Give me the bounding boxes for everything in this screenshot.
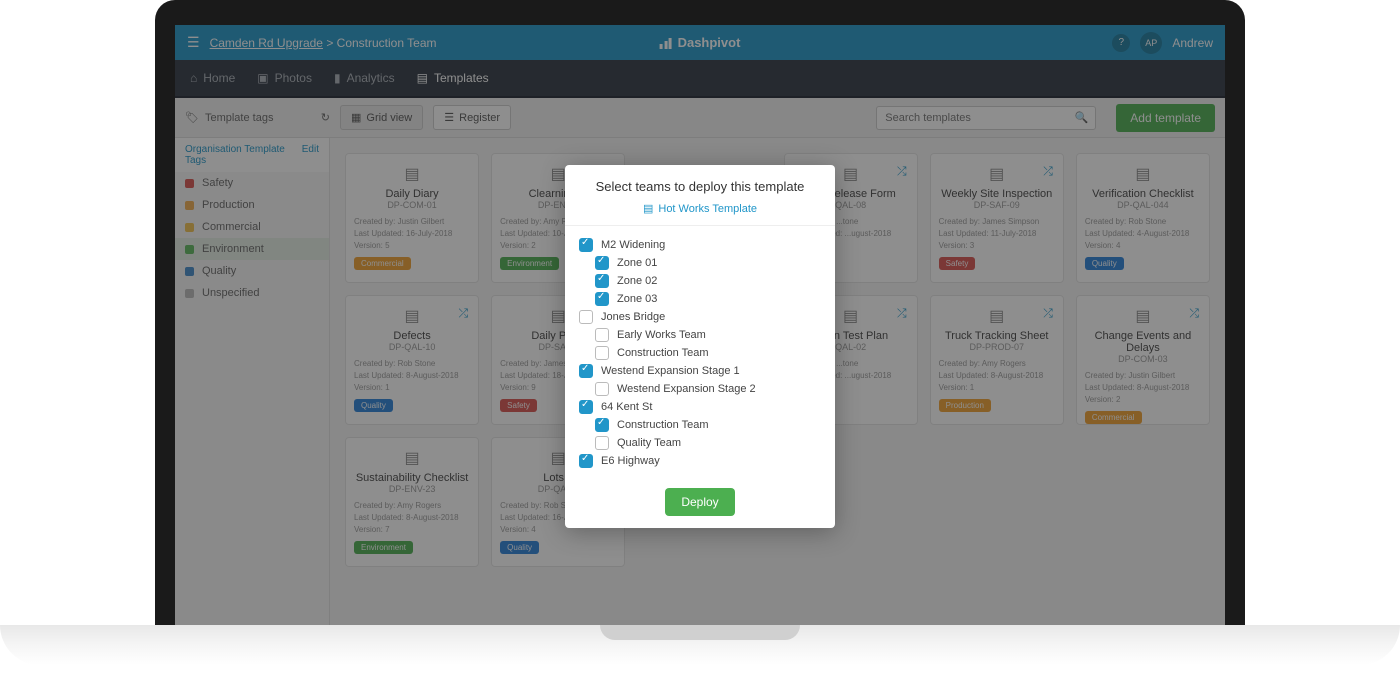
tree-label: Zone 02 xyxy=(617,275,657,287)
tree-item[interactable]: Jones Bridge xyxy=(579,308,821,326)
checkbox[interactable] xyxy=(579,310,593,324)
tree-label: Zone 03 xyxy=(617,293,657,305)
tree-label: 64 Kent St xyxy=(601,401,652,413)
tree-item[interactable]: Construction Team xyxy=(579,416,821,434)
tree-item[interactable]: 64 Kent St xyxy=(579,398,821,416)
checkbox[interactable] xyxy=(579,238,593,252)
checkbox[interactable] xyxy=(595,382,609,396)
tree-label: Early Works Team xyxy=(617,329,706,341)
checkbox[interactable] xyxy=(595,292,609,306)
laptop-frame: ☰ Camden Rd Upgrade > Construction Team … xyxy=(155,0,1245,640)
checkbox[interactable] xyxy=(579,364,593,378)
tree-item[interactable]: Westend Expansion Stage 2 xyxy=(579,380,821,398)
team-tree: M2 Widening Zone 01 Zone 02 Zone 03 Jones Br… xyxy=(565,226,835,480)
tree-item[interactable]: E6 Highway xyxy=(579,452,821,470)
file-icon: ▤ xyxy=(643,202,653,215)
tree-item[interactable]: Early Works Team xyxy=(579,326,821,344)
deploy-button[interactable]: Deploy xyxy=(665,488,734,516)
checkbox[interactable] xyxy=(579,454,593,468)
tree-item[interactable]: Westend Expansion Stage 1 xyxy=(579,362,821,380)
tree-label: E6 Highway xyxy=(601,455,660,467)
tree-label: Jones Bridge xyxy=(601,311,665,323)
tree-label: Construction Team xyxy=(617,419,709,431)
tree-item[interactable]: Zone 01 xyxy=(579,254,821,272)
checkbox[interactable] xyxy=(595,436,609,450)
deploy-modal: Select teams to deploy this template ▤ H… xyxy=(565,165,835,528)
checkbox[interactable] xyxy=(579,400,593,414)
checkbox[interactable] xyxy=(595,418,609,432)
modal-title: Select teams to deploy this template xyxy=(565,165,835,202)
tree-item[interactable]: Quality Team xyxy=(579,434,821,452)
tree-item[interactable]: Zone 02 xyxy=(579,272,821,290)
tree-label: Westend Expansion Stage 2 xyxy=(617,383,756,395)
modal-template-link[interactable]: ▤ Hot Works Template xyxy=(565,202,835,226)
tree-label: Westend Expansion Stage 1 xyxy=(601,365,740,377)
tree-label: Construction Team xyxy=(617,347,709,359)
laptop-notch xyxy=(600,625,800,640)
tree-label: Zone 01 xyxy=(617,257,657,269)
tree-item[interactable]: M2 Widening xyxy=(579,236,821,254)
checkbox[interactable] xyxy=(595,256,609,270)
checkbox[interactable] xyxy=(595,346,609,360)
tree-item[interactable]: Zone 03 xyxy=(579,290,821,308)
tree-label: M2 Widening xyxy=(601,239,665,251)
tree-item[interactable]: Construction Team xyxy=(579,344,821,362)
tree-label: Quality Team xyxy=(617,437,681,449)
checkbox[interactable] xyxy=(595,328,609,342)
app-screen: ☰ Camden Rd Upgrade > Construction Team … xyxy=(175,25,1225,625)
checkbox[interactable] xyxy=(595,274,609,288)
